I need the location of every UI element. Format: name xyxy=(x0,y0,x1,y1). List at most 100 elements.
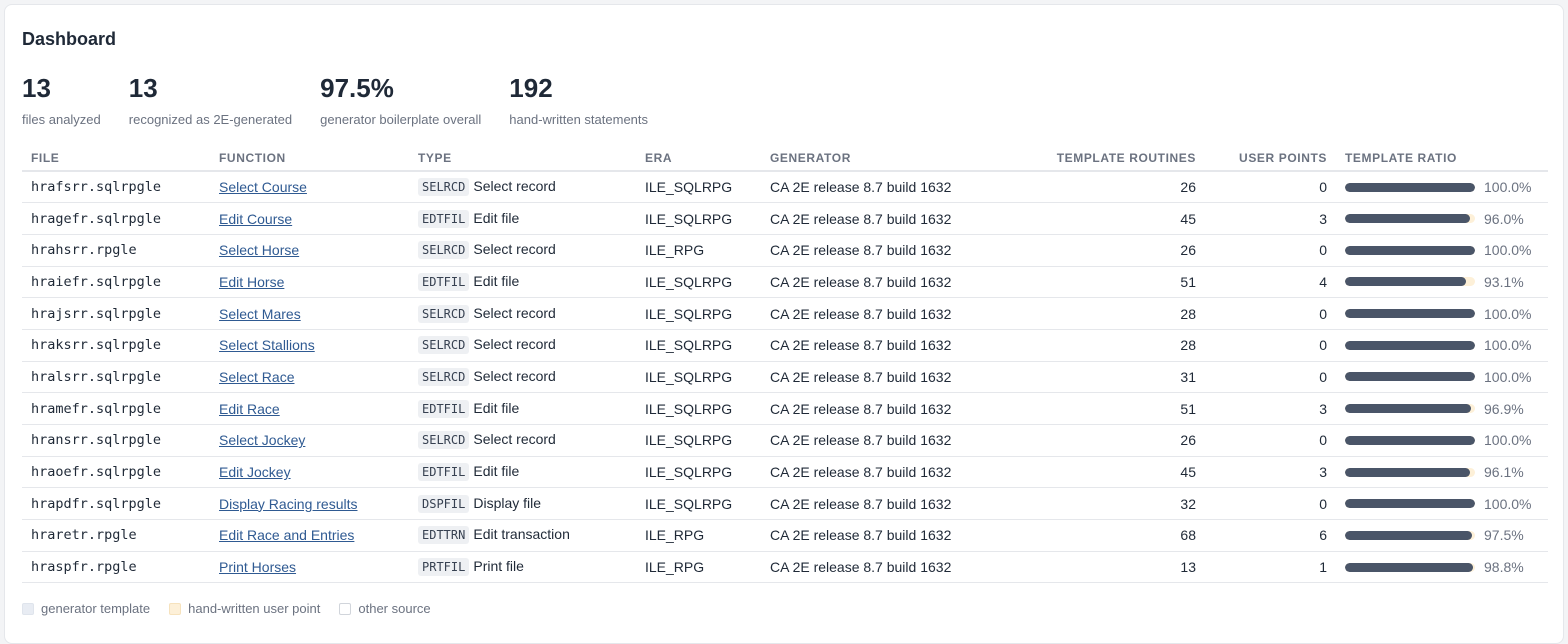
function-link[interactable]: Edit Race and Entries xyxy=(219,527,354,543)
cell-file: hrapdfr.sqlrpgle xyxy=(22,487,210,521)
legend-label: other source xyxy=(358,601,431,616)
cell-template-routines: 31 xyxy=(999,361,1205,394)
cell-file: hragefr.sqlrpgle xyxy=(22,202,210,235)
stat-boilerplate: 97.5% generator boilerplate overall xyxy=(320,73,481,127)
cell-type: EDTFIL Edit file xyxy=(409,266,636,299)
function-link[interactable]: Edit Race xyxy=(219,401,280,417)
ratio-bar xyxy=(1345,372,1475,382)
cell-user-points: 0 xyxy=(1205,329,1336,362)
column-header-type[interactable]: TYPE xyxy=(409,146,636,172)
cell-era: ILE_SQLRPG xyxy=(636,456,761,489)
legend-item-other-source: other source xyxy=(339,601,431,616)
ratio-text: 100.0% xyxy=(1484,305,1532,322)
cell-template-ratio: 93.1% xyxy=(1336,266,1548,299)
ratio-text: 96.0% xyxy=(1484,210,1524,227)
table-body: hrafsrr.sqlrpgle Select Course SELRCD Selec… xyxy=(22,171,1548,584)
files-table: FILE FUNCTION TYPE ERA GENERATOR TEMPLAT… xyxy=(22,146,1548,584)
column-header-user-points[interactable]: USER POINTS xyxy=(1205,146,1336,172)
type-code-badge: PRTFIL xyxy=(418,558,470,577)
legend: generator template hand-written user poi… xyxy=(22,601,450,616)
column-header-function[interactable]: FUNCTION xyxy=(210,146,409,172)
cell-era: ILE_SQLRPG xyxy=(636,392,761,425)
cell-era: ILE_SQLRPG xyxy=(636,329,761,362)
cell-type: SELRCD Select record xyxy=(409,329,636,362)
cell-type: SELRCD Select record xyxy=(409,171,636,204)
function-link[interactable]: Select Race xyxy=(219,369,294,385)
table-header-row: FILE FUNCTION TYPE ERA GENERATOR TEMPLAT… xyxy=(22,146,1548,172)
function-link[interactable]: Edit Horse xyxy=(219,274,284,290)
ratio-text: 97.5% xyxy=(1484,527,1524,544)
ratio-bar-fill xyxy=(1345,309,1475,319)
function-link[interactable]: Edit Jockey xyxy=(219,464,291,480)
cell-user-points: 0 xyxy=(1205,424,1336,457)
function-link[interactable]: Print Horses xyxy=(219,559,296,575)
ratio-cell: 100.0% xyxy=(1345,242,1539,258)
cell-type: EDTFIL Edit file xyxy=(409,456,636,489)
cell-file: hramefr.sqlrpgle xyxy=(22,392,210,425)
type-code-badge: DSPFIL xyxy=(418,494,470,513)
cell-era: ILE_RPG xyxy=(636,519,761,552)
type-code-badge: EDTFIL xyxy=(418,399,470,418)
cell-generator: CA 2E release 8.7 build 1632 xyxy=(761,487,999,521)
ratio-text: 100.0% xyxy=(1484,432,1532,449)
stat-value: 13 xyxy=(22,73,51,103)
table-row: hrafsrr.sqlrpgle Select Course SELRCD Selec… xyxy=(22,171,1548,204)
cell-user-points: 0 xyxy=(1205,361,1336,394)
cell-template-ratio: 100.0% xyxy=(1336,361,1548,394)
ratio-cell: 93.1% xyxy=(1345,274,1539,290)
legend-label: hand-written user point xyxy=(188,601,321,616)
function-link[interactable]: Display Racing results xyxy=(219,496,358,512)
cell-template-routines: 26 xyxy=(999,171,1205,204)
ratio-bar-fill xyxy=(1345,214,1470,224)
cell-file: hralsrr.sqlrpgle xyxy=(22,361,210,394)
stat-hand-written: 192 hand-written statements xyxy=(509,73,648,127)
cell-type: EDTTRN Edit transaction xyxy=(409,519,636,552)
ratio-bar xyxy=(1345,530,1475,540)
cell-file: hraiefr.sqlrpgle xyxy=(22,266,210,299)
ratio-bar xyxy=(1345,435,1475,445)
cell-template-routines: 32 xyxy=(999,487,1205,521)
cell-function: Select Jockey xyxy=(210,424,409,457)
type-label: Print file xyxy=(473,558,524,575)
type-code-badge: EDTTRN xyxy=(418,526,470,545)
table-row: hraoefr.sqlrpgle Edit Jockey EDTFIL Edit fi… xyxy=(22,456,1548,489)
cell-user-points: 1 xyxy=(1205,551,1336,584)
cell-template-routines: 51 xyxy=(999,392,1205,425)
ratio-cell: 100.0% xyxy=(1345,306,1539,322)
ratio-bar xyxy=(1345,562,1475,572)
ratio-cell: 96.1% xyxy=(1345,464,1539,480)
ratio-cell: 97.5% xyxy=(1345,527,1539,543)
column-header-template-ratio[interactable]: TEMPLATE RATIO xyxy=(1336,146,1548,172)
cell-function: Select Race xyxy=(210,361,409,394)
ratio-text: 100.0% xyxy=(1484,495,1532,512)
type-code-badge: SELRCD xyxy=(418,241,470,260)
ratio-bar-fill xyxy=(1345,340,1475,350)
legend-item-hand-written: hand-written user point xyxy=(169,601,320,616)
function-link[interactable]: Select Jockey xyxy=(219,432,305,448)
ratio-cell: 100.0% xyxy=(1345,432,1539,448)
cell-era: ILE_RPG xyxy=(636,551,761,584)
function-link[interactable]: Edit Course xyxy=(219,211,292,227)
cell-era: ILE_SQLRPG xyxy=(636,171,761,204)
ratio-bar-fill xyxy=(1345,530,1472,540)
type-code-badge: SELRCD xyxy=(418,431,470,450)
column-header-file[interactable]: FILE xyxy=(22,146,210,172)
type-code-badge: EDTFIL xyxy=(418,463,470,482)
cell-template-ratio: 100.0% xyxy=(1336,487,1548,521)
table-row: hragefr.sqlrpgle Edit Course EDTFIL Edit fi… xyxy=(22,202,1548,235)
cell-function: Select Mares xyxy=(210,297,409,330)
function-link[interactable]: Select Course xyxy=(219,179,307,195)
function-link[interactable]: Select Mares xyxy=(219,306,301,322)
page-title: Dashboard xyxy=(22,29,117,49)
cell-generator: CA 2E release 8.7 build 1632 xyxy=(761,266,999,299)
type-label: Select record xyxy=(473,178,556,195)
function-link[interactable]: Select Stallions xyxy=(219,337,315,353)
column-header-generator[interactable]: GENERATOR xyxy=(761,146,999,172)
column-header-era[interactable]: ERA xyxy=(636,146,761,172)
type-label: Edit file xyxy=(473,272,520,289)
cell-template-ratio: 96.1% xyxy=(1336,456,1548,489)
function-link[interactable]: Select Horse xyxy=(219,242,299,258)
ratio-bar xyxy=(1345,309,1475,319)
column-header-template-routines[interactable]: TEMPLATE ROUTINES xyxy=(999,146,1205,172)
cell-template-routines: 51 xyxy=(999,266,1205,299)
